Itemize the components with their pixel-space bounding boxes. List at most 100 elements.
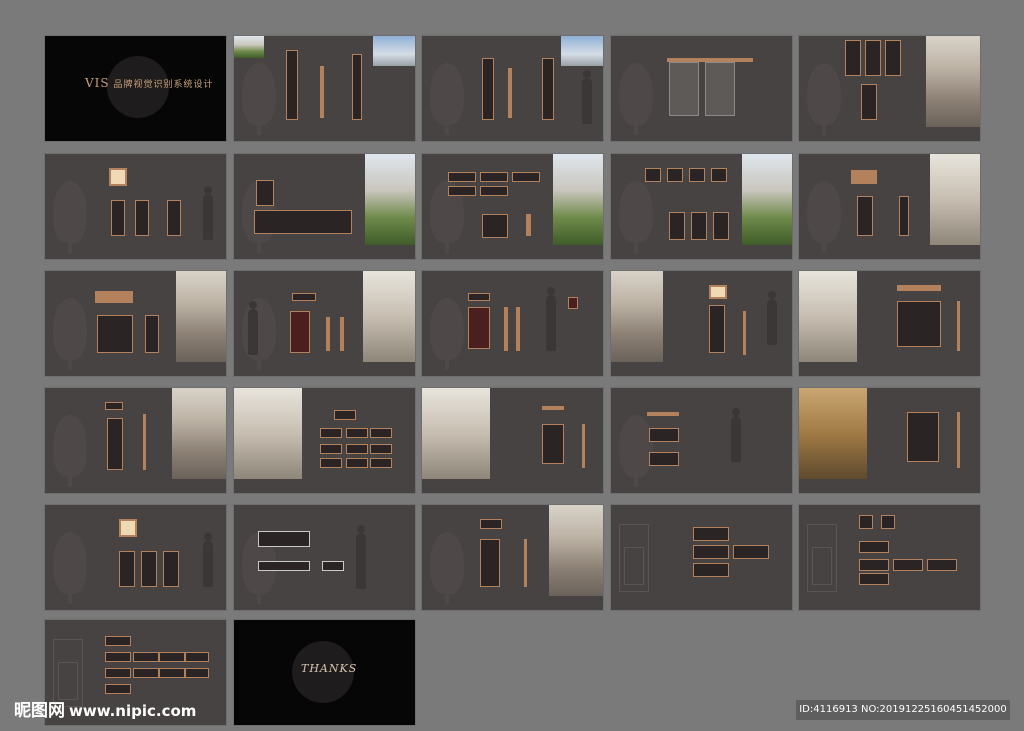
kiosk-wide [97, 315, 133, 353]
label-sign [370, 458, 392, 468]
room-sign [649, 428, 679, 442]
logo-plaque [482, 214, 508, 238]
floor-sign [907, 412, 939, 462]
photo-corridor [363, 271, 415, 362]
small-sign [568, 297, 578, 309]
icon-sign [711, 168, 727, 182]
slide-13 [422, 271, 603, 376]
slide-7 [234, 154, 415, 259]
room-sign [159, 652, 185, 662]
slide-21 [45, 505, 226, 610]
slide-20 [799, 388, 980, 493]
panel-sign [865, 40, 881, 76]
person-silhouette [356, 525, 366, 589]
panel-sign [845, 40, 861, 76]
stand-sign [899, 196, 909, 236]
post [526, 214, 531, 236]
label-sign [320, 458, 342, 468]
thanks-text: THANKS [301, 662, 358, 675]
wall-plaque [851, 170, 877, 184]
tree-silhouette [53, 415, 87, 487]
image-id-badge: ID:4116913 NO:20191225160451452000 [796, 700, 1010, 720]
room-sign [185, 652, 209, 662]
room-sign [927, 559, 957, 571]
label-sign [480, 186, 508, 196]
tree-silhouette [430, 63, 464, 135]
tree-silhouette [807, 181, 841, 253]
photo-building [553, 154, 603, 245]
directory-sign [480, 539, 500, 587]
header-sign [897, 285, 941, 291]
room-sign [893, 559, 923, 571]
slide-6 [45, 154, 226, 259]
person-silhouette [731, 408, 741, 462]
header-sign [292, 293, 316, 301]
kiosk-sign [141, 551, 157, 587]
post [524, 539, 527, 587]
photo-corridor-warm [799, 388, 867, 479]
gate-left [669, 62, 699, 116]
post [582, 424, 585, 468]
slide-24 [611, 505, 792, 610]
pylon-sign [286, 50, 298, 120]
tall-sign [107, 418, 123, 470]
room-sign [105, 636, 131, 646]
wall-sign [542, 424, 564, 464]
directory-panel [254, 210, 352, 234]
label-sign [346, 458, 368, 468]
post [957, 412, 960, 468]
person-silhouette [767, 291, 777, 345]
slide-12 [234, 271, 415, 376]
header-sign [468, 293, 490, 301]
room-sign [105, 652, 131, 662]
slide-18 [422, 388, 603, 493]
room-sign [133, 652, 159, 662]
kiosk-narrow [145, 315, 159, 353]
cover-subtitle: 品牌视觉识别系统设计 [113, 80, 214, 90]
post [326, 317, 330, 351]
room-sign [159, 668, 185, 678]
pylon-post [320, 66, 324, 118]
room-sign [185, 668, 209, 678]
room-sign [133, 668, 159, 678]
panel-sign [885, 40, 901, 76]
photo-interior [549, 505, 603, 596]
room-sign [859, 515, 873, 529]
slide-3 [422, 36, 603, 141]
slide-15 [799, 271, 980, 376]
room-sign [859, 541, 889, 553]
header-sign [647, 412, 679, 416]
room-sign [693, 545, 729, 559]
tree-silhouette [242, 63, 276, 135]
slide-8 [422, 154, 603, 259]
slide-4 [611, 36, 792, 141]
room-sign [693, 527, 729, 541]
person-silhouette [248, 301, 258, 355]
room-sign [859, 559, 889, 571]
slide-9 [611, 154, 792, 259]
person-silhouette [546, 287, 556, 351]
icon-sign [689, 168, 705, 182]
label-sign [480, 172, 508, 182]
person-silhouette [203, 533, 213, 587]
kiosk-sign [669, 212, 685, 240]
label-sign [320, 444, 342, 454]
room-sign [881, 515, 895, 529]
post [504, 307, 508, 351]
kiosk-sign [167, 200, 181, 236]
post [340, 317, 344, 351]
gate-right [705, 62, 735, 116]
tree-silhouette [807, 63, 841, 135]
label-sign [512, 172, 540, 182]
tree-silhouette [53, 532, 87, 604]
header-sign [105, 402, 123, 410]
tree-silhouette [53, 181, 87, 253]
label-sign [370, 428, 392, 438]
stand-sign [709, 305, 725, 353]
watermark-site-cn: 昵图网 [14, 701, 65, 721]
slide-16 [45, 388, 226, 493]
kiosk-sign [119, 551, 135, 587]
kiosk-sign [691, 212, 707, 240]
tree-silhouette [619, 181, 653, 253]
pylon-post [508, 68, 512, 118]
